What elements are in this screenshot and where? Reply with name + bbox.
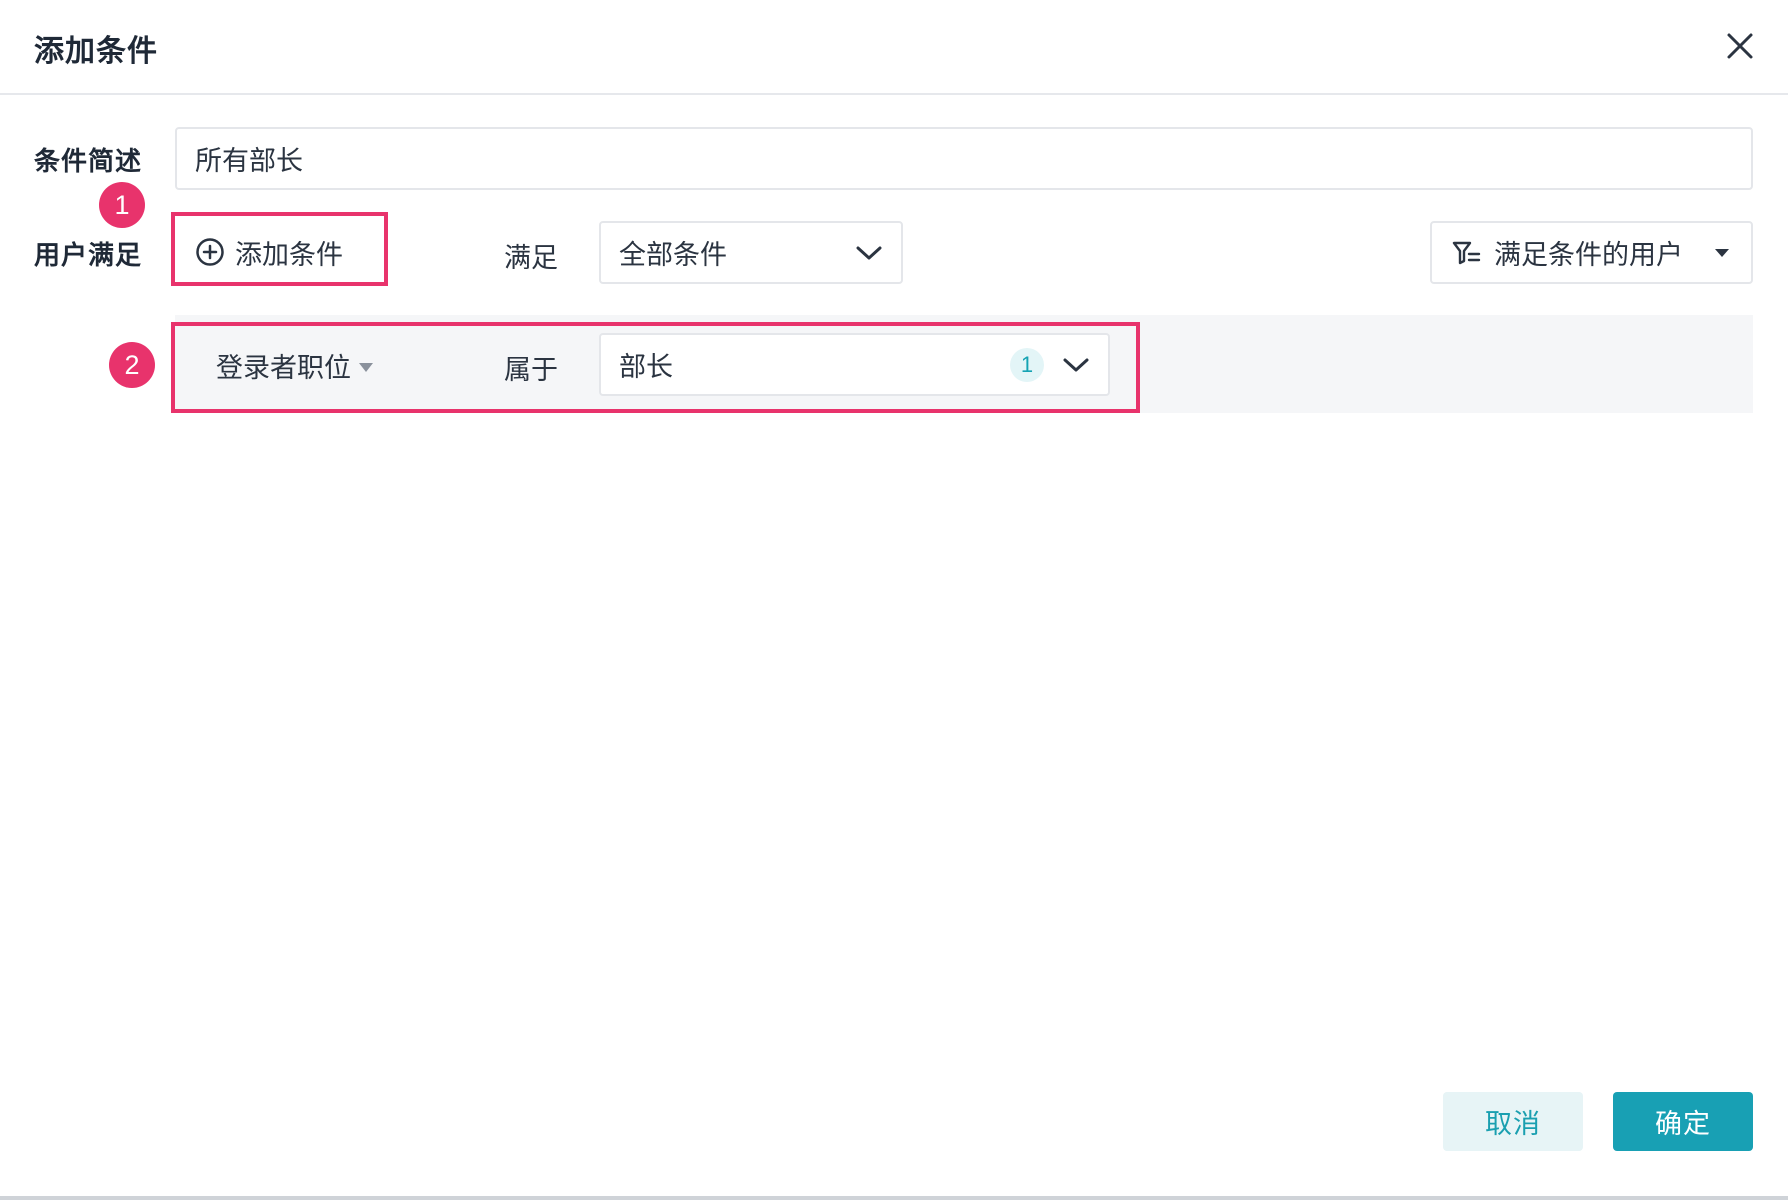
condition-field-label: 登录者职位 [216,353,351,384]
filter-users-label: 满足条件的用户 [1494,240,1683,271]
match-mode-value: 全部条件 [619,240,727,271]
caret-down-icon [359,362,373,372]
add-condition-button[interactable]: 添加条件 [195,232,343,272]
filter-list-icon [1452,241,1481,264]
add-condition-label: 添加条件 [235,239,343,271]
annotation-badge-2: 2 [109,342,155,388]
dialog-header: 添加条件 [0,0,1788,95]
user-match-label: 用户满足 [34,241,143,271]
caret-down-icon [1715,248,1729,257]
condition-operator-label: 属于 [504,355,558,386]
match-mode-select[interactable]: 全部条件 [599,221,903,284]
plus-circle-icon [196,238,224,266]
satisfy-label: 满足 [504,243,558,274]
chevron-down-icon [1063,358,1089,371]
condition-field-select[interactable]: 登录者职位 [216,346,373,385]
dialog-title: 添加条件 [34,34,158,69]
description-input[interactable] [175,127,1753,190]
cancel-button[interactable]: 取消 [1443,1092,1583,1151]
condition-value-select[interactable]: 部长 1 [599,333,1110,396]
selected-count-badge: 1 [1010,347,1044,382]
annotation-badge-1: 1 [99,182,145,228]
close-icon[interactable] [1720,26,1760,66]
chevron-down-icon [856,246,882,259]
bottom-border [0,1196,1788,1200]
ok-button[interactable]: 确定 [1613,1092,1753,1151]
condition-value-label: 部长 [619,352,673,383]
filter-users-button[interactable]: 满足条件的用户 [1430,221,1753,284]
description-label: 条件简述 [34,147,143,177]
